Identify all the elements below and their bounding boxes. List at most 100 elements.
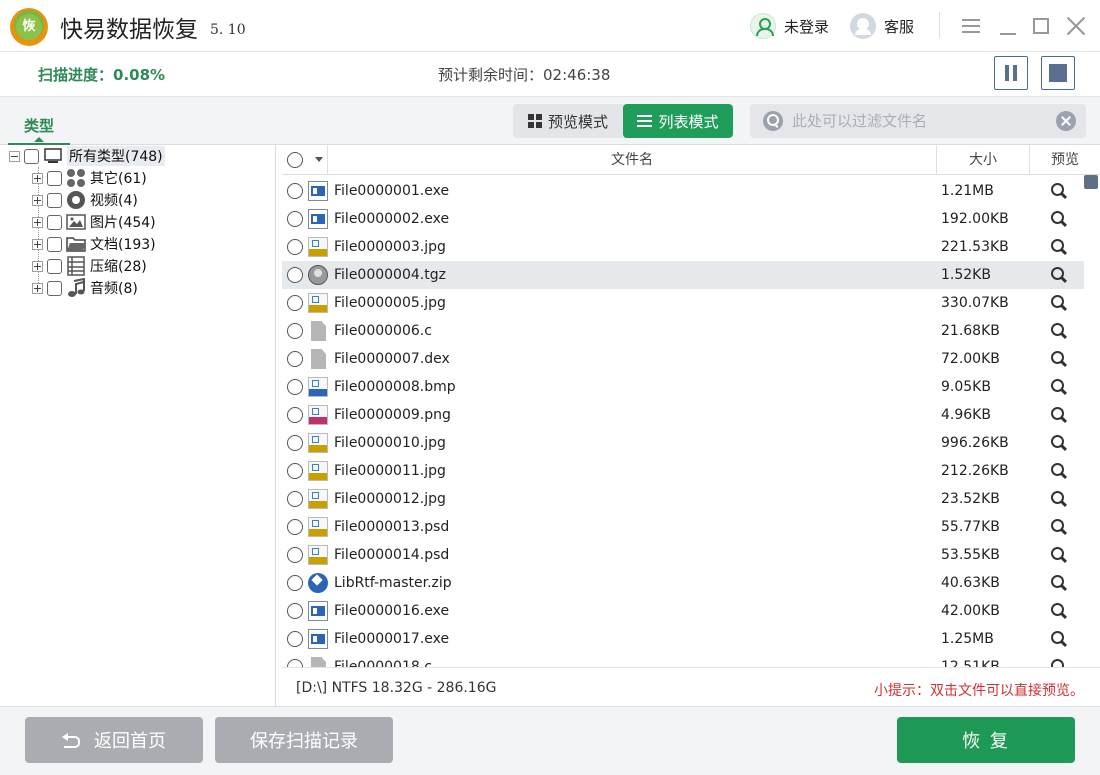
row-checkbox[interactable] <box>287 267 303 283</box>
tree-item-other[interactable]: 其它(61) <box>32 167 147 189</box>
table-row[interactable]: File0000013.psd 55.77KB <box>282 513 1084 541</box>
table-row[interactable]: File0000010.jpg 996.26KB <box>282 429 1084 457</box>
table-row[interactable]: File0000011.jpg 212.26KB <box>282 457 1084 485</box>
table-row[interactable]: File0000012.jpg 23.52KB <box>282 485 1084 513</box>
expand-icon[interactable] <box>32 172 43 184</box>
pause-button[interactable] <box>994 56 1028 90</box>
preview-magnifier-icon[interactable] <box>1050 518 1068 536</box>
column-header-size[interactable]: 大小 <box>937 145 1030 175</box>
preview-mode-button[interactable]: 预览模式 <box>513 104 623 138</box>
table-row[interactable]: File0000001.exe 1.21MB <box>282 177 1084 205</box>
checkbox[interactable] <box>47 258 62 274</box>
checkbox[interactable] <box>47 280 62 296</box>
preview-magnifier-icon[interactable] <box>1050 378 1068 396</box>
preview-magnifier-icon[interactable] <box>1050 546 1068 564</box>
scan-progress-value: 0.08% <box>113 66 166 84</box>
preview-magnifier-icon[interactable] <box>1050 266 1068 284</box>
row-checkbox[interactable] <box>287 519 303 535</box>
expand-icon[interactable] <box>32 282 43 294</box>
expand-icon[interactable] <box>32 194 43 206</box>
minimize-icon[interactable] <box>995 12 1023 40</box>
table-row[interactable]: File0000007.dex 72.00KB <box>282 345 1084 373</box>
expand-icon[interactable] <box>32 216 43 228</box>
column-header-name[interactable]: 文件名 <box>328 145 937 175</box>
row-checkbox[interactable] <box>287 575 303 591</box>
save-scan-button[interactable]: 保存扫描记录 <box>215 717 393 763</box>
list-mode-button[interactable]: 列表模式 <box>623 104 733 138</box>
preview-magnifier-icon[interactable] <box>1050 406 1068 424</box>
row-checkbox[interactable] <box>287 463 303 479</box>
checkbox[interactable] <box>47 214 62 230</box>
row-checkbox[interactable] <box>287 379 303 395</box>
preview-magnifier-icon[interactable] <box>1050 294 1068 312</box>
file-size: 40.63KB <box>941 575 1000 591</box>
tree-item-image[interactable]: 图片(454) <box>32 211 156 233</box>
recover-button[interactable]: 恢 复 <box>897 717 1075 763</box>
select-dropdown-icon[interactable] <box>315 157 323 162</box>
row-checkbox[interactable] <box>287 183 303 199</box>
preview-magnifier-icon[interactable] <box>1050 490 1068 508</box>
table-row[interactable]: File0000009.png 4.96KB <box>282 401 1084 429</box>
checkbox[interactable] <box>47 236 62 252</box>
table-row[interactable]: File0000002.exe 192.00KB <box>282 205 1084 233</box>
tree-root[interactable]: 所有类型(748) <box>9 145 165 167</box>
checkbox[interactable] <box>24 148 39 164</box>
row-checkbox[interactable] <box>287 239 303 255</box>
preview-magnifier-icon[interactable] <box>1050 574 1068 592</box>
collapse-icon[interactable] <box>9 150 20 162</box>
row-checkbox[interactable] <box>287 407 303 423</box>
select-all-checkbox[interactable] <box>287 152 303 168</box>
file-name: File0000012.jpg <box>334 491 446 507</box>
tree-item-audio[interactable]: 音频(8) <box>32 277 138 299</box>
expand-icon[interactable] <box>32 260 43 272</box>
row-checkbox[interactable] <box>287 435 303 451</box>
preview-magnifier-icon[interactable] <box>1050 462 1068 480</box>
scrollbar-thumb[interactable] <box>1084 175 1098 189</box>
back-home-button[interactable]: 返回首页 <box>25 717 203 763</box>
drive-info: [D:\] NTFS 18.32G - 286.16G <box>296 680 497 696</box>
preview-magnifier-icon[interactable] <box>1050 182 1068 200</box>
row-checkbox[interactable] <box>287 631 303 647</box>
login-button[interactable]: 未登录 <box>750 13 829 39</box>
close-icon[interactable] <box>1062 12 1090 40</box>
stop-button[interactable] <box>1041 56 1075 90</box>
table-row[interactable]: File0000014.psd 53.55KB <box>282 541 1084 569</box>
preview-magnifier-icon[interactable] <box>1050 434 1068 452</box>
table-row[interactable]: File0000003.jpg 221.53KB <box>282 233 1084 261</box>
preview-magnifier-icon[interactable] <box>1050 350 1068 368</box>
row-checkbox[interactable] <box>287 295 303 311</box>
table-row[interactable]: LibRtf-master.zip 40.63KB <box>282 569 1084 597</box>
checkbox[interactable] <box>47 192 62 208</box>
table-row[interactable]: File0000005.jpg 330.07KB <box>282 289 1084 317</box>
checkbox[interactable] <box>47 170 62 186</box>
table-row[interactable]: File0000016.exe 42.00KB <box>282 597 1084 625</box>
filter-input[interactable] <box>792 104 1042 138</box>
preview-magnifier-icon[interactable] <box>1050 630 1068 648</box>
tree-item-document[interactable]: 文档(193) <box>32 233 156 255</box>
row-checkbox[interactable] <box>287 491 303 507</box>
row-checkbox[interactable] <box>287 547 303 563</box>
preview-magnifier-icon[interactable] <box>1050 210 1068 228</box>
expand-icon[interactable] <box>32 238 43 250</box>
file-size: 42.00KB <box>941 603 1000 619</box>
tree-item-archive[interactable]: 压缩(28) <box>32 255 147 277</box>
row-checkbox[interactable] <box>287 603 303 619</box>
row-checkbox[interactable] <box>287 351 303 367</box>
tree-item-video[interactable]: 视频(4) <box>32 189 138 211</box>
table-row[interactable]: File0000017.exe 1.25MB <box>282 625 1084 653</box>
table-row[interactable]: File0000004.tgz 1.52KB <box>282 261 1084 289</box>
table-row[interactable]: File0000006.c 21.68KB <box>282 317 1084 345</box>
table-row[interactable]: File0000008.bmp 9.05KB <box>282 373 1084 401</box>
table-row[interactable]: File0000018.c 12.51KB <box>282 653 1084 667</box>
row-checkbox[interactable] <box>287 323 303 339</box>
row-checkbox[interactable] <box>287 659 303 667</box>
preview-magnifier-icon[interactable] <box>1050 602 1068 620</box>
menu-icon[interactable] <box>957 12 985 40</box>
service-button[interactable]: 客服 <box>850 13 914 39</box>
preview-magnifier-icon[interactable] <box>1050 658 1068 667</box>
preview-magnifier-icon[interactable] <box>1050 238 1068 256</box>
maximize-icon[interactable] <box>1028 12 1056 40</box>
row-checkbox[interactable] <box>287 211 303 227</box>
clear-icon[interactable] <box>1056 111 1076 131</box>
preview-magnifier-icon[interactable] <box>1050 322 1068 340</box>
